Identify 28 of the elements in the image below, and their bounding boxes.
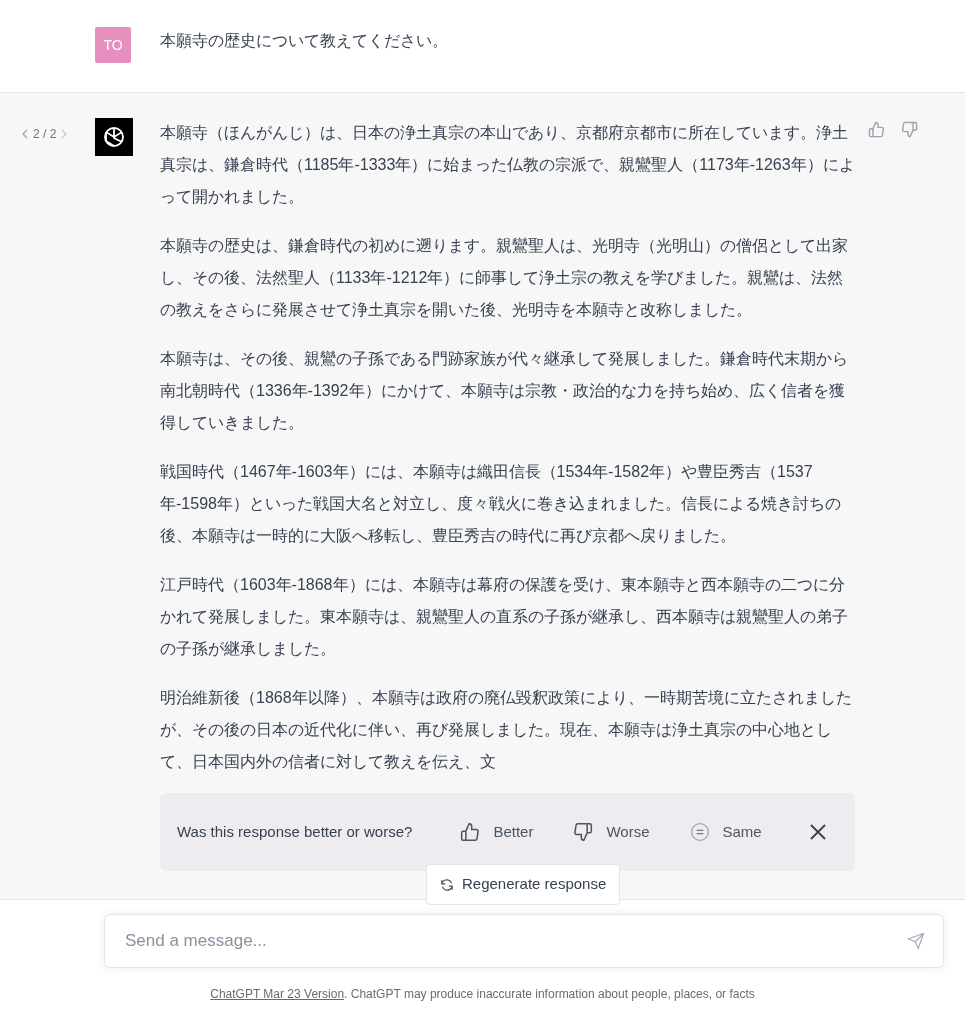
logo-icon [95,118,133,156]
message-input[interactable]: Send a message... [123,927,907,955]
thumbs-up-icon [460,822,481,842]
response-paragraph: 本願寺（ほんがんじ）は、日本の浄土真宗の本山であり、京都府京都市に所在しています。浄土真宗は、鎌倉時代（1185年-1333年）に始まった仏教の宗派で、親鸞聖人（1173年-1263年）によって開かれました。 [160,123,855,207]
response-paragraph: 明治維新後（1868年以降）、本願寺は政府の廃仏毀釈政策により、一時期苦境に立たされましたが、その後の日本の近代化に伴い、再び発展しました。現在、本願寺は浄土真宗の中心地として、日本国内外の信者に対して教えを伝え、文 [160,688,853,772]
thumbs-down-icon [573,822,594,842]
regenerate-button[interactable]: Regenerate response [426,864,621,905]
equals-icon [689,822,710,842]
page-counter: 2 / 2 [33,126,57,143]
chevron-left-icon[interactable] [22,129,29,139]
user-message: 本願寺の歴史について教えてください。 [160,31,448,51]
refresh-icon [440,877,454,892]
send-icon[interactable] [907,932,925,950]
response-paragraph: 本願寺は、その後、親鸞の子孫である門跡家族が代々継承して発展しました。鎌倉時代末期から南北朝時代（1336年-1392年）にかけて、本願寺は宗教・政治的な力を持ち始め、広く信者を獲得していきました。 [160,349,849,433]
close-icon[interactable] [809,823,827,841]
disclaimer-text: ChatGPT Mar 23 Version. ChatGPT may produce inaccurate information about people, places, or facts [209,986,756,1003]
feedback-option[interactable]: Same [689,820,762,844]
thumbs-down-icon[interactable] [901,121,918,138]
response-paragraph: 本願寺の歴史は、鎌倉時代の初めに遡ります。親鸞聖人は、光明寺（光明山）の僧侶として出家し、その後、法然聖人（1133年-1212年）に師事して浄土宗の教えを学びました。親鸞は、法然の教えをさらに発展させて浄土真宗を開いた後、光明寺を本願寺と改称しました。 [160,236,849,320]
message-field[interactable]: Send a message... [104,914,944,968]
feedback-question: Was this response better or worse? [177,821,413,842]
thumbs-up-icon[interactable] [868,121,885,138]
user-avatar: TO [95,27,131,63]
response-paragraph: 戦国時代（1467年-1603年）には、本願寺は織田信長（1534年-1582年）や豊臣秀吉（1537年-1598年）といった戦国大名と対立し、度々戦火に巻き込まれました。信長による焼き討ちの後、本願寺は一時的に大阪へ移転し、豊臣秀吉の時代に再び京都へ戻りました。 [160,462,842,546]
response-paragraph: 江戸時代（1603年-1868年）には、本願寺は幕府の保護を受け、東本願寺と西本願寺の二つに分かれて発展しました。東本願寺は、親鸞聖人の直系の子孫が継承し、西本願寺は親鸞聖人の弟子の子孫が継承しました。 [160,575,849,659]
feedback-option[interactable]: Better [460,820,534,844]
chevron-right-icon[interactable] [60,129,68,139]
feedback-option[interactable]: Worse [573,820,650,844]
